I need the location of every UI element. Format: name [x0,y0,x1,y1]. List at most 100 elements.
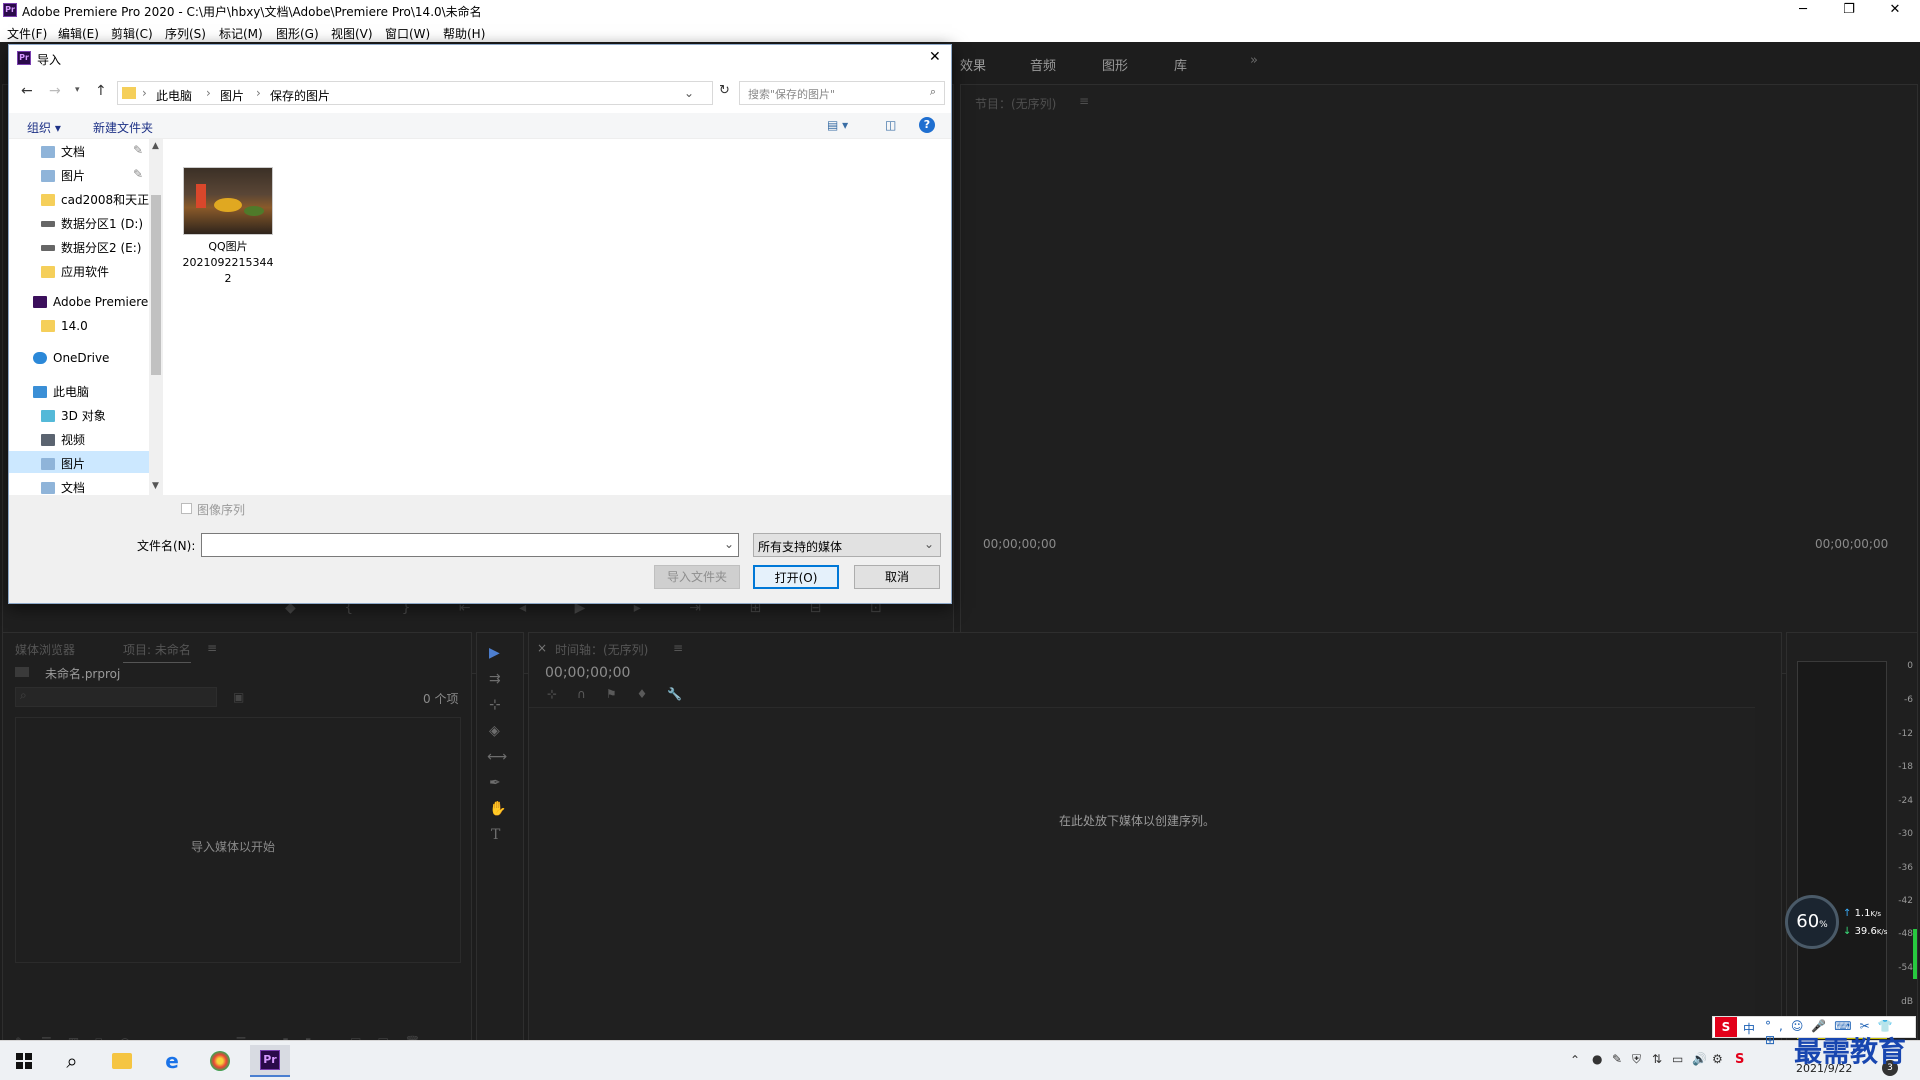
razor-tool-icon[interactable]: ◈ [489,723,500,739]
program-monitor-menu-icon[interactable]: ≡ [1079,94,1089,108]
menu-window[interactable]: 窗口(W) [385,25,430,42]
timeline-toolbar[interactable]: ⊹∩⚑♦🔧 [547,687,702,701]
scrollbar-thumb[interactable] [151,195,161,375]
project-search-input[interactable]: ⌕ [15,687,217,707]
tab-media-browser[interactable]: 媒体浏览器 [15,641,75,658]
chevron-down-icon[interactable]: ⌄ [684,86,694,100]
nav-scrollbar[interactable]: ▲ ▼ [149,139,163,495]
nav-item-adobe-premiere[interactable]: Adobe Premiere [9,291,149,313]
project-menu-icon[interactable]: ≡ [207,641,217,655]
nav-item-drive-e[interactable]: 数据分区2 (E:) [9,235,149,257]
bin-icon[interactable]: ▣ [233,690,244,704]
image-sequence-checkbox[interactable] [181,503,192,514]
nav-item-documents[interactable]: 文档 ✎ [9,139,149,161]
program-timecode-current[interactable]: 00;00;00;00 [983,537,1056,551]
nav-item-14[interactable]: 14.0 [9,315,149,337]
breadcrumb-pictures[interactable]: 图片 [220,87,244,104]
new-folder-button[interactable]: 新建文件夹 [93,119,153,136]
preview-pane-icon[interactable]: ◫ [885,118,896,132]
view-options-icon[interactable]: ▤ ▾ [827,118,848,132]
sogou-ime-icon[interactable]: S [1735,1052,1744,1067]
edge-browser-icon[interactable]: e [152,1045,192,1077]
nav-item-software[interactable]: 应用软件 [9,259,149,281]
nav-item-onedrive[interactable]: OneDrive [9,347,149,369]
back-arrow-icon[interactable]: ← [21,83,33,99]
refresh-icon[interactable]: ↻ [719,83,730,98]
pen-tool-icon[interactable]: ✒ [489,775,501,791]
workspace-overflow-button[interactable]: » [1250,53,1258,68]
close-window-button[interactable]: ✕ [1872,0,1918,22]
forward-arrow-icon[interactable]: → [49,83,61,99]
dialog-close-button[interactable]: ✕ [929,49,941,65]
menu-marker[interactable]: 标记(M) [219,25,263,42]
filetype-select[interactable]: 所有支持的媒体 ⌄ [753,533,941,557]
slip-tool-icon[interactable]: ⟷ [487,749,507,765]
nav-item-cad2008[interactable]: cad2008和天正 [9,187,149,209]
up-arrow-icon[interactable]: ↑ [95,83,107,99]
photos-app-icon[interactable] [200,1045,240,1077]
tab-project[interactable]: 项目: 未命名 [123,641,191,663]
type-tool-icon[interactable]: T [491,827,500,843]
timeline-menu-icon[interactable]: ≡ [673,641,683,655]
nav-item-pictures[interactable]: 图片 ✎ [9,163,149,185]
chevron-down-icon[interactable]: ⌄ [724,537,734,551]
file-explorer-icon[interactable] [102,1045,142,1077]
cancel-button[interactable]: 取消 [854,565,940,589]
ime-mode[interactable]: 中 [1743,1020,1755,1037]
premiere-taskbar-icon[interactable]: Pr [250,1045,290,1077]
track-select-tool-icon[interactable]: ⇉ [489,671,501,687]
workspace-tab-libraries[interactable]: 库 [1174,55,1187,74]
file-list[interactable]: QQ图片 2021092215344 2 [165,139,951,495]
timeline-drop-area[interactable]: 在此处放下媒体以创建序列。 [529,707,1755,1047]
search-icon[interactable]: ⌕ [52,1045,92,1077]
tray-monitor-icon[interactable]: ▭ [1672,1052,1683,1066]
start-windows-icon[interactable] [4,1045,44,1077]
address-bar[interactable]: › 此电脑 › 图片 › 保存的图片 ⌄ [117,81,713,105]
tray-settings-icon[interactable]: ⚙ [1712,1052,1723,1066]
menu-help[interactable]: 帮助(H) [443,25,485,42]
selection-tool-icon[interactable]: ▶ [489,645,500,661]
menu-graphics[interactable]: 图形(G) [276,25,319,42]
project-bin-area[interactable]: 导入媒体以开始 [15,717,461,963]
scroll-down-icon[interactable]: ▼ [152,481,159,491]
tray-network-icon[interactable]: ⇅ [1652,1052,1662,1066]
menu-edit[interactable]: 编辑(E) [58,25,99,42]
nav-item-3d-objects[interactable]: 3D 对象 [9,403,149,425]
menu-view[interactable]: 视图(V) [331,25,373,42]
volume-icon[interactable]: 🔊 [1692,1052,1707,1066]
tray-shield-icon[interactable]: ⛨ [1632,1052,1641,1067]
file-item[interactable]: QQ图片 2021092215344 2 [183,167,273,295]
ripple-edit-tool-icon[interactable]: ⊹ [489,697,501,713]
breadcrumb-this-pc[interactable]: 此电脑 [156,87,192,104]
organize-button[interactable]: 组织 ▾ [27,119,61,136]
timeline-close-button[interactable]: × [537,641,547,655]
timeline-title[interactable]: 时间轴：(无序列) [555,641,648,658]
nav-item-this-pc[interactable]: 此电脑 [9,379,149,401]
maximize-button[interactable]: ❐ [1826,0,1872,22]
tray-qq-icon[interactable]: ● [1592,1052,1602,1066]
tray-chevron-icon[interactable]: ⌃ [1570,1053,1580,1067]
hand-tool-icon[interactable]: ✋ [489,801,506,817]
import-folder-button[interactable]: 导入文件夹 [654,565,740,589]
menu-sequence[interactable]: 序列(S) [165,25,206,42]
search-input[interactable]: 搜索"保存的图片" ⌕ [739,81,945,105]
program-monitor-title[interactable]: 节目：(无序列) [975,95,1056,112]
scroll-up-icon[interactable]: ▲ [152,141,159,151]
nav-item-pictures-pc[interactable]: 图片 [9,451,149,473]
nav-item-videos[interactable]: 视频 [9,427,149,449]
workspace-tab-graphics[interactable]: 图形 [1102,55,1128,74]
timeline-timecode[interactable]: 00;00;00;00 [545,665,630,681]
tray-pen-icon[interactable]: ✎ [1612,1052,1622,1066]
menu-clip[interactable]: 剪辑(C) [111,25,153,42]
filename-input[interactable]: ⌄ [201,533,739,557]
recent-dropdown-icon[interactable]: ▾ [75,85,80,95]
workspace-tab-effects[interactable]: 效果 [960,55,986,74]
minimize-button[interactable]: ─ [1780,0,1826,22]
nav-item-documents-pc[interactable]: 文档 [9,475,149,497]
breadcrumb-saved-pictures[interactable]: 保存的图片 [270,87,330,104]
nav-item-drive-d[interactable]: 数据分区1 (D:) [9,211,149,233]
open-button[interactable]: 打开(O) [753,565,839,589]
menu-file[interactable]: 文件(F) [7,25,47,42]
help-icon[interactable]: ? [919,117,935,133]
workspace-tab-audio[interactable]: 音频 [1030,55,1056,74]
